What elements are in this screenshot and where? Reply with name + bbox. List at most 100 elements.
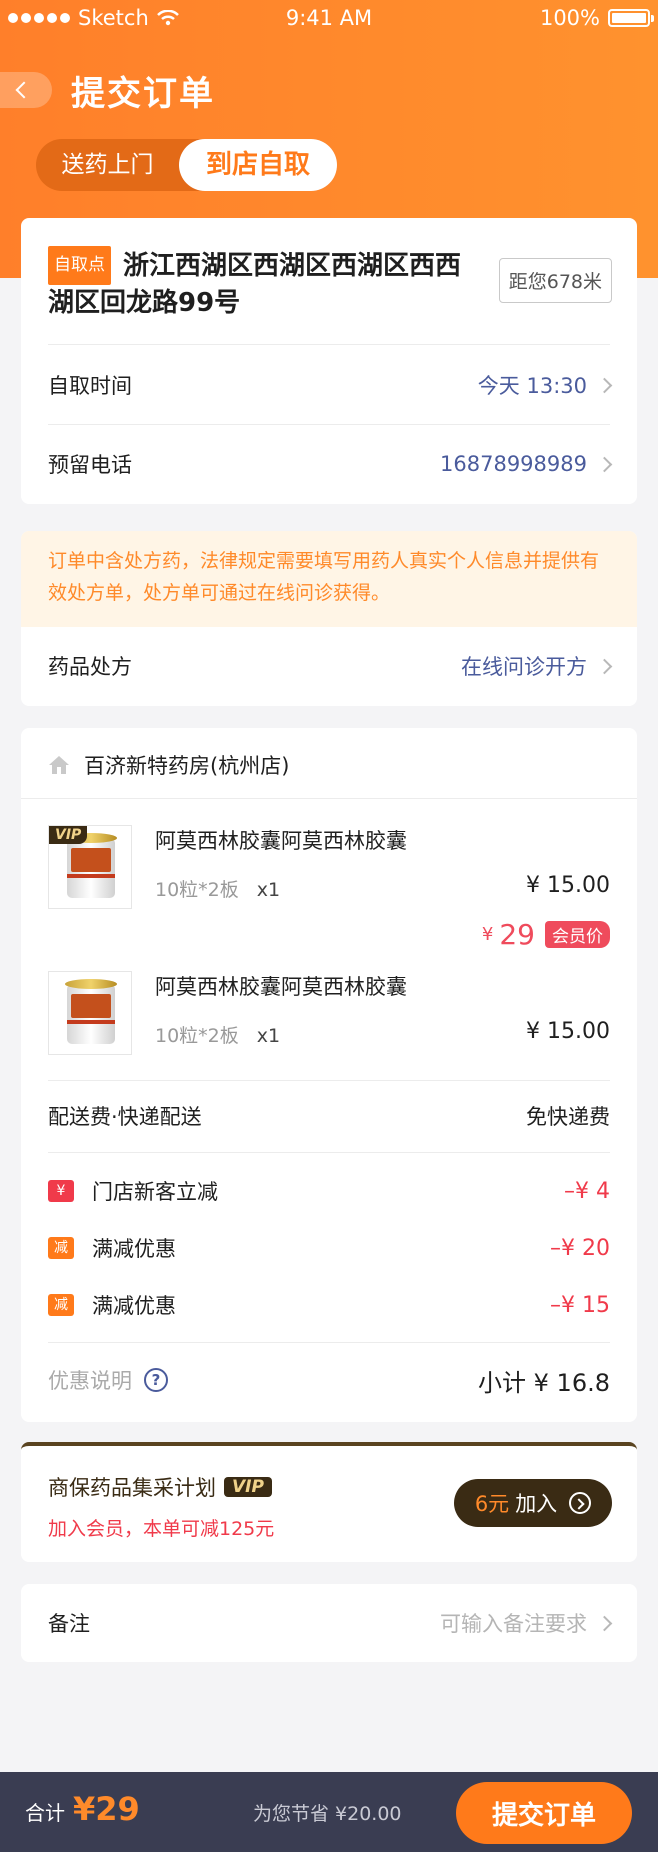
product-qty: x1 [256,879,281,901]
product-name: 阿莫西林胶囊阿莫西林胶囊 [155,829,407,853]
prescription-notice: 订单中含处方药，法律规定需要填写用药人真实个人信息并提供有效处方单，处方单可通过… [21,531,637,627]
pickup-address: 自取点 浙江西湖区西湖区西湖区西西湖区回龙路99号 [48,246,478,322]
discount-info-label: 优惠说明 [48,1369,132,1393]
prescription-value: 在线问诊开方 [461,655,587,679]
pickup-card: 自取点 浙江西湖区西湖区西湖区西西湖区回龙路99号 距您678米 自取时间 今天 … [21,218,637,504]
back-button[interactable] [0,72,52,108]
coupon-icon: ¥ [48,1180,74,1202]
total-label: 合计 [25,1801,65,1825]
submit-order-button[interactable]: 提交订单 [456,1782,632,1844]
phone-value-group: 16878998989 [440,452,613,476]
discount-amount: –¥ 15 [550,1292,610,1318]
pickup-time-label: 自取时间 [48,374,132,398]
status-right: 100% [539,6,654,30]
prescription-card: 订单中含处方药，法律规定需要填写用药人真实个人信息并提供有效处方单，处方单可通过… [21,531,637,706]
chevron-right-icon [596,377,613,393]
reduction-icon: 减 [48,1294,74,1316]
product-image: VIP [48,825,132,909]
chevron-left-icon [15,81,33,99]
remark-input[interactable]: 可输入备注要求 [440,1608,613,1638]
discount-row: 减 满减优惠 –¥ 15 [48,1290,610,1320]
product-can-graphic [65,979,117,1044]
divider [48,1152,610,1153]
subtotal: 小计 ¥ 16.8 [478,1368,610,1397]
phone-row[interactable]: 预留电话 16878998989 [48,449,613,479]
delivery-mode-toggle: 送药上门 到店自取 [36,139,337,191]
divider [48,1080,610,1081]
product-name: 阿莫西林胶囊阿莫西林胶囊 [155,975,407,999]
product-can-graphic [65,833,117,898]
page-title: 提交订单 [71,74,215,114]
remark-card: 备注 可输入备注要求 [21,1584,637,1662]
product-spec-group: 10粒*2板 x1 [155,1021,280,1048]
total-amount: ¥29 [73,1790,140,1828]
divider [48,344,610,345]
product-spec-group: 10粒*2板 x1 [155,875,280,902]
remark-label: 备注 [48,1612,90,1636]
discount-label: 门店新客立减 [92,1180,218,1204]
discount-label: 满减优惠 [92,1294,176,1318]
order-card: 百济新特药房(杭州店) VIP 阿莫西林胶囊阿莫西林胶囊 10粒*2板 x1 ¥ … [21,728,637,1422]
product-price: ¥ 15.00 [526,1019,610,1044]
pickup-time-row[interactable]: 自取时间 今天 13:30 [48,370,613,400]
divider [21,798,637,799]
distance-badge: 距您678米 [498,258,612,303]
product-qty: x1 [256,1025,281,1047]
home-icon [49,756,69,774]
pickup-point-tag: 自取点 [48,246,111,285]
checkout-bar: 合计 ¥29 为您节省 ¥20.00 提交订单 [0,1772,658,1852]
member-price-value: 29 [499,918,535,951]
member-price-symbol: ¥ [481,924,494,945]
discount-amount: –¥ 4 [564,1178,610,1204]
member-price: ¥ 29 会员价 [482,918,610,951]
join-price: 6元 [474,1492,510,1516]
chevron-right-icon [596,456,613,472]
total-group: 合计 ¥29 [25,1790,140,1828]
vip-plan-subtitle: 加入会员，本单可减125元 [48,1518,275,1540]
vip-logo: VIP [224,1477,272,1497]
product-item[interactable]: VIP 阿莫西林胶囊阿莫西林胶囊 10粒*2板 x1 ¥ 15.00 [48,825,610,911]
remark-row[interactable]: 备注 可输入备注要求 [48,1608,613,1638]
status-bar: Sketch 9:41 AM 100% [0,0,658,38]
shipping-row: 配送费·快递配送 免快递费 [48,1101,610,1131]
chevron-right-icon [596,658,613,674]
discount-amount: –¥ 20 [550,1235,610,1261]
discount-row: ¥ 门店新客立减 –¥ 4 [48,1176,610,1206]
prescription-label: 药品处方 [48,655,132,679]
product-price: ¥ 15.00 [526,873,610,898]
vip-badge: VIP [49,826,88,844]
product-image [48,971,132,1055]
reduction-icon: 减 [48,1237,74,1259]
product-item[interactable]: 阿莫西林胶囊阿莫西林胶囊 10粒*2板 x1 ¥ 15.00 [48,971,610,1057]
saved-amount: 为您节省 ¥20.00 [253,1803,402,1825]
discount-label: 满减优惠 [92,1237,176,1261]
divider [48,424,610,425]
shipping-value: 免快递费 [526,1105,610,1129]
arrow-right-circle-icon [569,1492,592,1514]
tab-delivery[interactable]: 送药上门 [36,139,179,191]
tab-pickup[interactable]: 到店自取 [179,139,337,191]
remark-placeholder: 可输入备注要求 [440,1612,587,1636]
battery-percent: 100% [539,6,600,30]
help-icon[interactable]: ? [144,1368,168,1392]
prescription-row[interactable]: 药品处方 在线问诊开方 [48,651,613,681]
store-name: 百济新特药房(杭州店) [84,754,290,778]
vip-plan-card: 商保药品集采计划 VIP 加入会员，本单可减125元 6元 加入 [21,1442,637,1562]
member-price-tag: 会员价 [545,921,610,948]
prescription-value-group: 在线问诊开方 [461,651,613,681]
chevron-right-icon [596,1615,613,1631]
shipping-label: 配送费·快递配送 [48,1105,202,1129]
join-label: 加入 [515,1492,558,1516]
product-spec: 10粒*2板 [155,879,239,901]
product-spec: 10粒*2板 [155,1025,239,1047]
pickup-time-value: 今天 13:30 [477,374,587,398]
phone-value: 16878998989 [440,452,587,476]
vip-plan-title-row: 商保药品集采计划 VIP [48,1472,272,1502]
battery-icon [608,9,654,27]
phone-label: 预留电话 [48,453,132,477]
discount-info[interactable]: 优惠说明 ? [48,1365,168,1395]
store-header: 百济新特药房(杭州店) [48,750,289,780]
discount-row: 减 满减优惠 –¥ 20 [48,1233,610,1263]
subtotal-row: 优惠说明 ? 小计 ¥ 16.8 [48,1364,610,1397]
join-vip-button[interactable]: 6元 加入 [454,1479,612,1527]
